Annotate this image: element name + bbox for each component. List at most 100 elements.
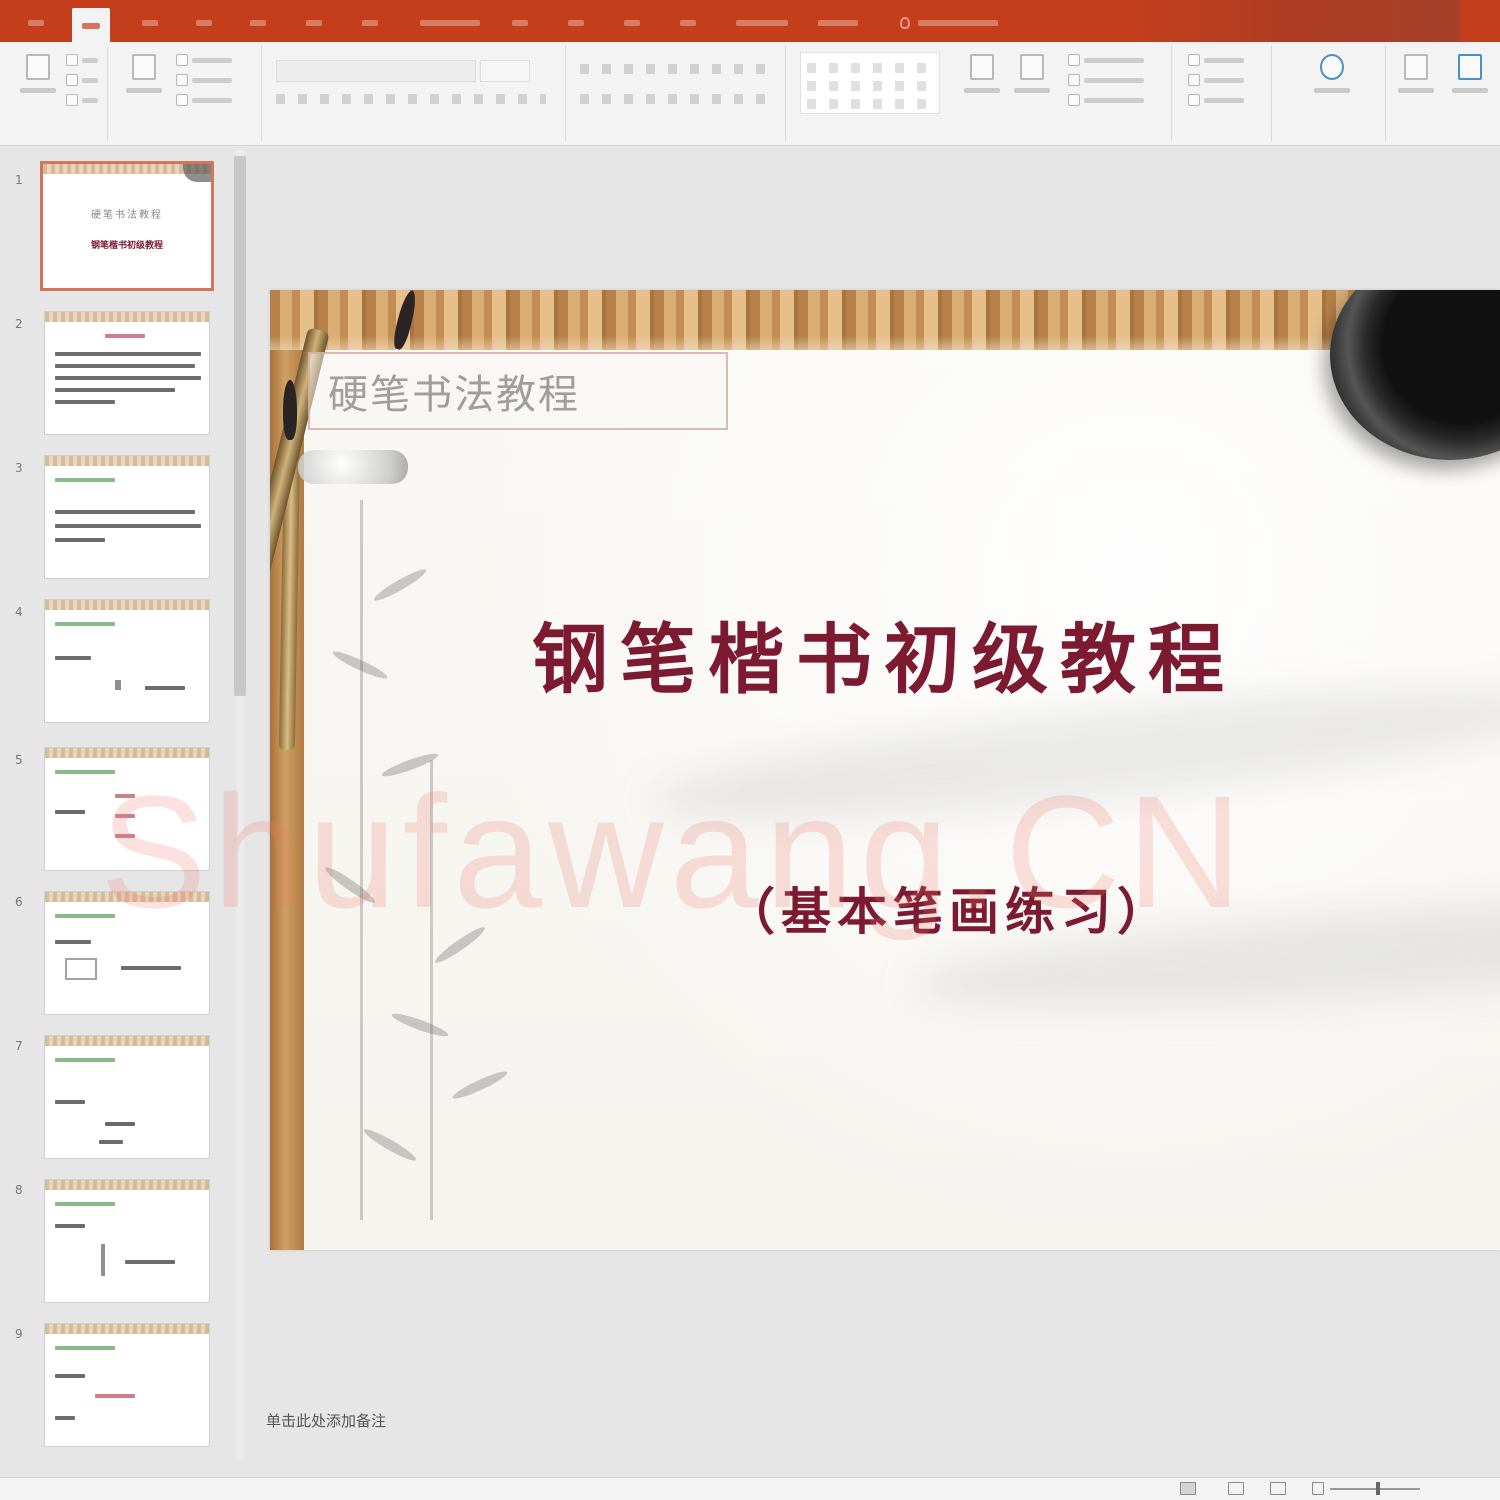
copy-icon [66,74,78,86]
tab-label [28,19,44,26]
shape-fill-button[interactable] [1068,52,1160,68]
slide-thumbnail-7[interactable] [44,1035,210,1159]
tab-view[interactable] [568,0,584,42]
thumbnail-stroke-sample [101,1244,105,1276]
slide-subtitle[interactable]: （基本笔画练习） [725,872,1285,944]
tab-file[interactable] [28,0,44,42]
tab-label [306,19,322,26]
shape-outline-button[interactable] [1068,72,1160,88]
copy-button[interactable] [66,72,102,88]
scissors-icon [66,54,78,66]
bamboo-stem [360,500,363,1220]
tab-label [196,19,212,26]
slide-thumbnail-1[interactable]: 硬笔书法教程 钢笔楷书初级教程 [40,161,214,291]
arrange-button[interactable] [962,50,1002,106]
zoom-slider-handle[interactable] [1376,1482,1380,1495]
thumbnail-heading [55,622,115,626]
format-painter-button[interactable] [66,92,102,108]
tab-slideshow[interactable] [420,0,480,42]
tab-review[interactable] [512,0,528,42]
layout-button[interactable] [176,52,250,68]
shapes-row-3 [807,99,933,109]
shapes-gallery[interactable] [800,52,940,114]
thumbnail-text-line [55,1224,85,1228]
select-button[interactable] [1188,92,1262,108]
tab-label [736,19,788,26]
section-label [192,98,232,103]
thumbnail-stroke-sample [115,814,135,818]
paste-button[interactable] [18,50,58,106]
select-label [1204,98,1244,103]
tab-insert[interactable] [142,0,158,42]
tab-addin-2[interactable] [818,0,858,42]
slide-title[interactable]: 钢笔楷书初级教程 [532,598,1332,708]
slide-thumbnail-2[interactable] [44,311,210,435]
shape-outline-label [1084,78,1144,83]
dictate-button[interactable] [1312,50,1352,106]
tab-design[interactable] [250,0,266,42]
thumbnail-number: 2 [15,317,23,331]
tab-recording[interactable] [624,0,640,42]
tab-draw[interactable] [196,0,212,42]
tab-label [82,22,100,29]
normal-view-icon[interactable] [1180,1482,1196,1495]
tab-label [568,19,584,26]
notes-placeholder[interactable]: 单击此处添加备注 [266,1410,386,1431]
slide-top-label[interactable]: 硬笔书法教程 [328,362,580,420]
zoom-slider[interactable] [1330,1488,1420,1490]
thumbnail-text-line [55,940,91,944]
cut-button[interactable] [66,52,102,68]
slide-thumbnail-3[interactable] [44,455,210,579]
slide-thumbnail-pane: 1 硬笔书法教程 钢笔楷书初级教程 2 3 4 5 6 7 8 9 [0,147,252,1477]
reset-label [192,78,232,83]
thumbnail-text-line [125,1260,175,1264]
font-size-dropdown[interactable] [480,60,530,82]
font-name-dropdown[interactable] [276,60,476,82]
designer-button[interactable] [1450,50,1490,106]
thumbnail-bamboo-strip [45,312,209,322]
ribbon-group-drawing [792,46,1172,142]
paste-icon [26,54,50,80]
shape-effects-label [1084,98,1144,103]
scrollbar-thumb[interactable] [234,156,246,696]
section-button[interactable] [176,92,250,108]
designer-icon [1458,54,1482,80]
slideshow-icon[interactable] [1312,1482,1324,1495]
list-buttons[interactable] [580,64,770,74]
bamboo-leaf [450,1067,510,1103]
alignment-buttons[interactable] [580,94,770,104]
slide-thumbnail-6[interactable] [44,891,210,1015]
reset-button[interactable] [176,72,250,88]
tab-animations[interactable] [362,0,378,42]
slide-thumbnail-9[interactable] [44,1323,210,1447]
thumbnail-scrollbar[interactable] [232,150,248,1480]
reading-view-icon[interactable] [1270,1482,1286,1495]
shapes-row-2 [807,81,933,91]
new-slide-button[interactable] [124,50,164,106]
thumbnail-text-line [55,510,195,514]
add-in-button[interactable] [1396,50,1436,106]
bamboo-leaf [361,1125,419,1165]
slide-thumbnail-8[interactable] [44,1179,210,1303]
replace-button[interactable] [1188,72,1262,88]
shape-effects-button[interactable] [1068,92,1160,108]
quick-styles-button[interactable] [1012,50,1052,106]
tell-me-label [918,19,998,26]
tab-help[interactable] [680,0,696,42]
tab-addin-1[interactable] [736,0,788,42]
slide-sorter-icon[interactable] [1228,1482,1244,1495]
slide-canvas[interactable]: 硬笔书法教程 钢笔楷书初级教程 （基本笔画练习） [270,290,1500,1250]
ribbon-group-voice [1278,46,1386,142]
tab-transitions[interactable] [306,0,322,42]
slide-thumbnail-4[interactable] [44,599,210,723]
thumbnail-heading [55,770,115,774]
font-format-buttons[interactable] [276,94,546,104]
quick-styles-icon [1020,54,1044,80]
slide-thumbnail-5[interactable] [44,747,210,871]
thumbnail-heading [55,1346,115,1350]
tell-me-search[interactable] [900,0,998,42]
thumbnail-stroke-sample [115,834,135,838]
find-button[interactable] [1188,52,1262,68]
ribbon-group-designer [1392,46,1500,142]
tab-home[interactable] [72,8,110,42]
